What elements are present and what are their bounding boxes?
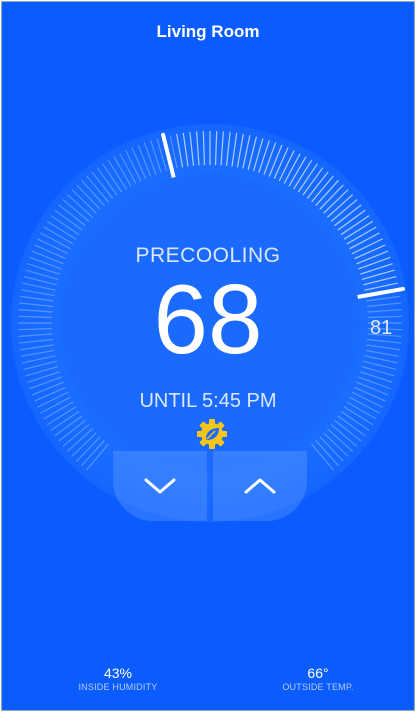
inside-humidity-value: 43%	[103, 665, 133, 681]
temperature-down-button[interactable]	[113, 451, 207, 521]
schedule-until-label: UNTIL 5:45 PM	[139, 390, 277, 412]
chevron-down-icon	[144, 478, 176, 494]
chevron-up-icon	[244, 478, 276, 494]
thermostat-screen: Living Room PRECOOLING 68 UNTIL 5:45 PM	[1, 1, 415, 711]
eco-leaf-gear-icon	[195, 417, 229, 451]
setpoint-temperature: 68	[153, 264, 263, 374]
current-temperature: 81	[370, 317, 393, 339]
temperature-up-button[interactable]	[213, 451, 307, 521]
inside-humidity: 43% INSIDE HUMIDITY	[48, 665, 188, 692]
outside-temperature: 66° OUTSIDE TEMP.	[248, 665, 388, 692]
outside-temp-value: 66°	[307, 665, 329, 681]
outside-temp-label: OUTSIDE TEMP.	[282, 682, 354, 692]
inside-humidity-label: INSIDE HUMIDITY	[78, 682, 158, 692]
page-title: Living Room	[156, 22, 260, 41]
